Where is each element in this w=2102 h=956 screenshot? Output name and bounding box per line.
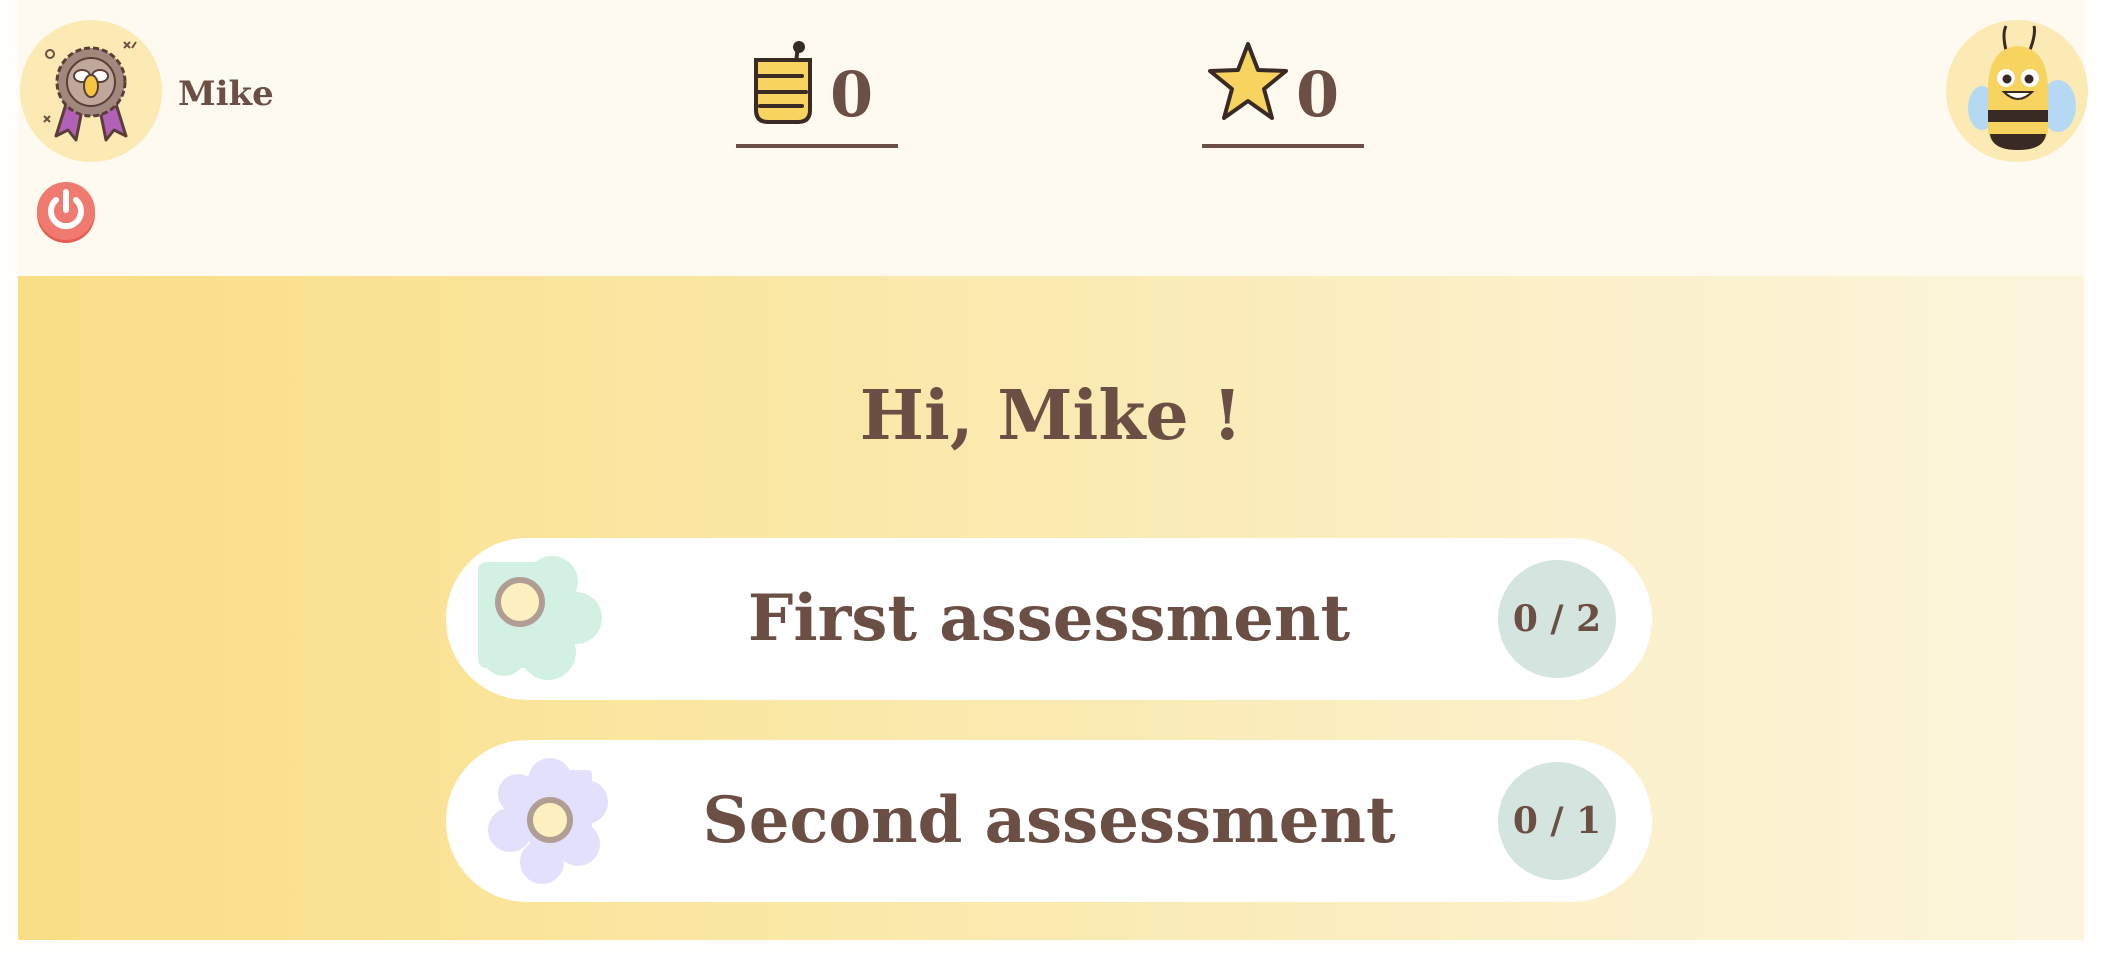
honey-counter: 0 xyxy=(736,36,898,148)
star-icon xyxy=(1208,42,1288,120)
honey-dipper-icon xyxy=(754,41,812,124)
page: Mike 0 0 Hi, Mike ! First assessment 0 /… xyxy=(0,0,2102,956)
top-bar: Mike 0 0 xyxy=(18,0,2088,276)
star-count: 0 xyxy=(1296,58,1340,131)
greeting-heading: Hi, Mike ! xyxy=(859,376,1243,456)
bee-award-badge-icon xyxy=(43,41,137,142)
assessment-title: First assessment xyxy=(747,581,1351,656)
user-avatar[interactable] xyxy=(20,20,162,162)
power-icon xyxy=(37,182,95,243)
assessment-card-second[interactable]: Second assessment 0 / 1 xyxy=(446,740,1652,902)
main-panel: Hi, Mike ! First assessment 0 / 2 Second… xyxy=(18,276,2084,940)
logout-button[interactable] xyxy=(34,180,98,244)
assessment-card-first[interactable]: First assessment 0 / 2 xyxy=(446,538,1652,700)
assessment-progress-badge: 0 / 1 xyxy=(1498,762,1616,880)
smiling-bee-icon xyxy=(1968,25,2076,150)
mascot-avatar[interactable] xyxy=(1946,20,2088,162)
assessment-title: Second assessment xyxy=(702,783,1396,858)
assessment-progress-badge: 0 / 2 xyxy=(1498,560,1616,678)
user-name: Mike xyxy=(178,74,274,114)
star-counter: 0 xyxy=(1202,36,1364,148)
honey-count: 0 xyxy=(830,58,874,131)
